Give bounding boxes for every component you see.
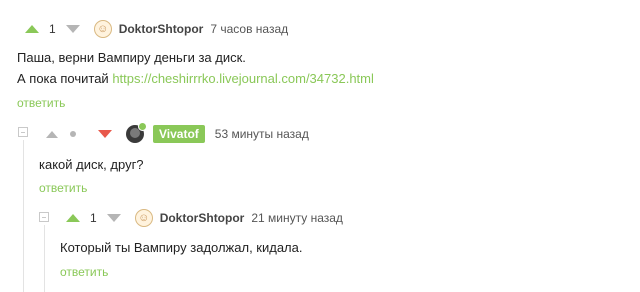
- author-name[interactable]: Vivatof: [153, 125, 205, 143]
- collapse-thread-button[interactable]: [39, 212, 49, 222]
- comment-header: Vivatof 53 минуты назад: [46, 122, 309, 144]
- comment-score: 1: [90, 211, 97, 225]
- comment-time[interactable]: 7 часов назад: [210, 22, 288, 36]
- author-name[interactable]: DoktorShtopor: [160, 211, 245, 225]
- reply-button[interactable]: ответить: [60, 265, 108, 279]
- thread-line: [44, 225, 45, 292]
- comment-header: 1 ☺ DoktorShtopor 21 минуту назад: [66, 208, 343, 228]
- downvote-button[interactable]: [98, 130, 112, 138]
- upvote-button[interactable]: [25, 25, 39, 33]
- comment-text: А пока почитай https://cheshirrrko.livej…: [17, 71, 374, 86]
- avatar[interactable]: ☺: [93, 20, 112, 38]
- comment-text: Паша, верни Вампиру деньги за диск.: [17, 50, 246, 65]
- comment-link[interactable]: https://cheshirrrko.livejournal.com/3473…: [112, 71, 374, 86]
- avatar[interactable]: ☺: [134, 209, 153, 227]
- comment-score-neutral: [70, 131, 76, 137]
- collapse-thread-button[interactable]: [18, 127, 28, 137]
- avatar[interactable]: [126, 122, 147, 143]
- author-name[interactable]: DoktorShtopor: [119, 22, 204, 36]
- reply-button[interactable]: ответить: [39, 181, 87, 195]
- downvote-button[interactable]: [106, 214, 121, 222]
- upvote-button[interactable]: [46, 130, 58, 138]
- downvote-button[interactable]: [65, 25, 80, 33]
- upvote-button[interactable]: [66, 214, 80, 222]
- comment-time[interactable]: 53 минуты назад: [215, 127, 309, 141]
- reply-button[interactable]: ответить: [17, 96, 65, 110]
- comment-text: Который ты Вампиру задолжал, кидала.: [60, 240, 303, 255]
- comment-time[interactable]: 21 минуту назад: [251, 211, 343, 225]
- thread-line: [23, 140, 24, 292]
- comment-header: 1 ☺ DoktorShtopor 7 часов назад: [25, 19, 288, 39]
- comment-score: 1: [49, 22, 56, 36]
- comment-text: какой диск, друг?: [39, 157, 144, 172]
